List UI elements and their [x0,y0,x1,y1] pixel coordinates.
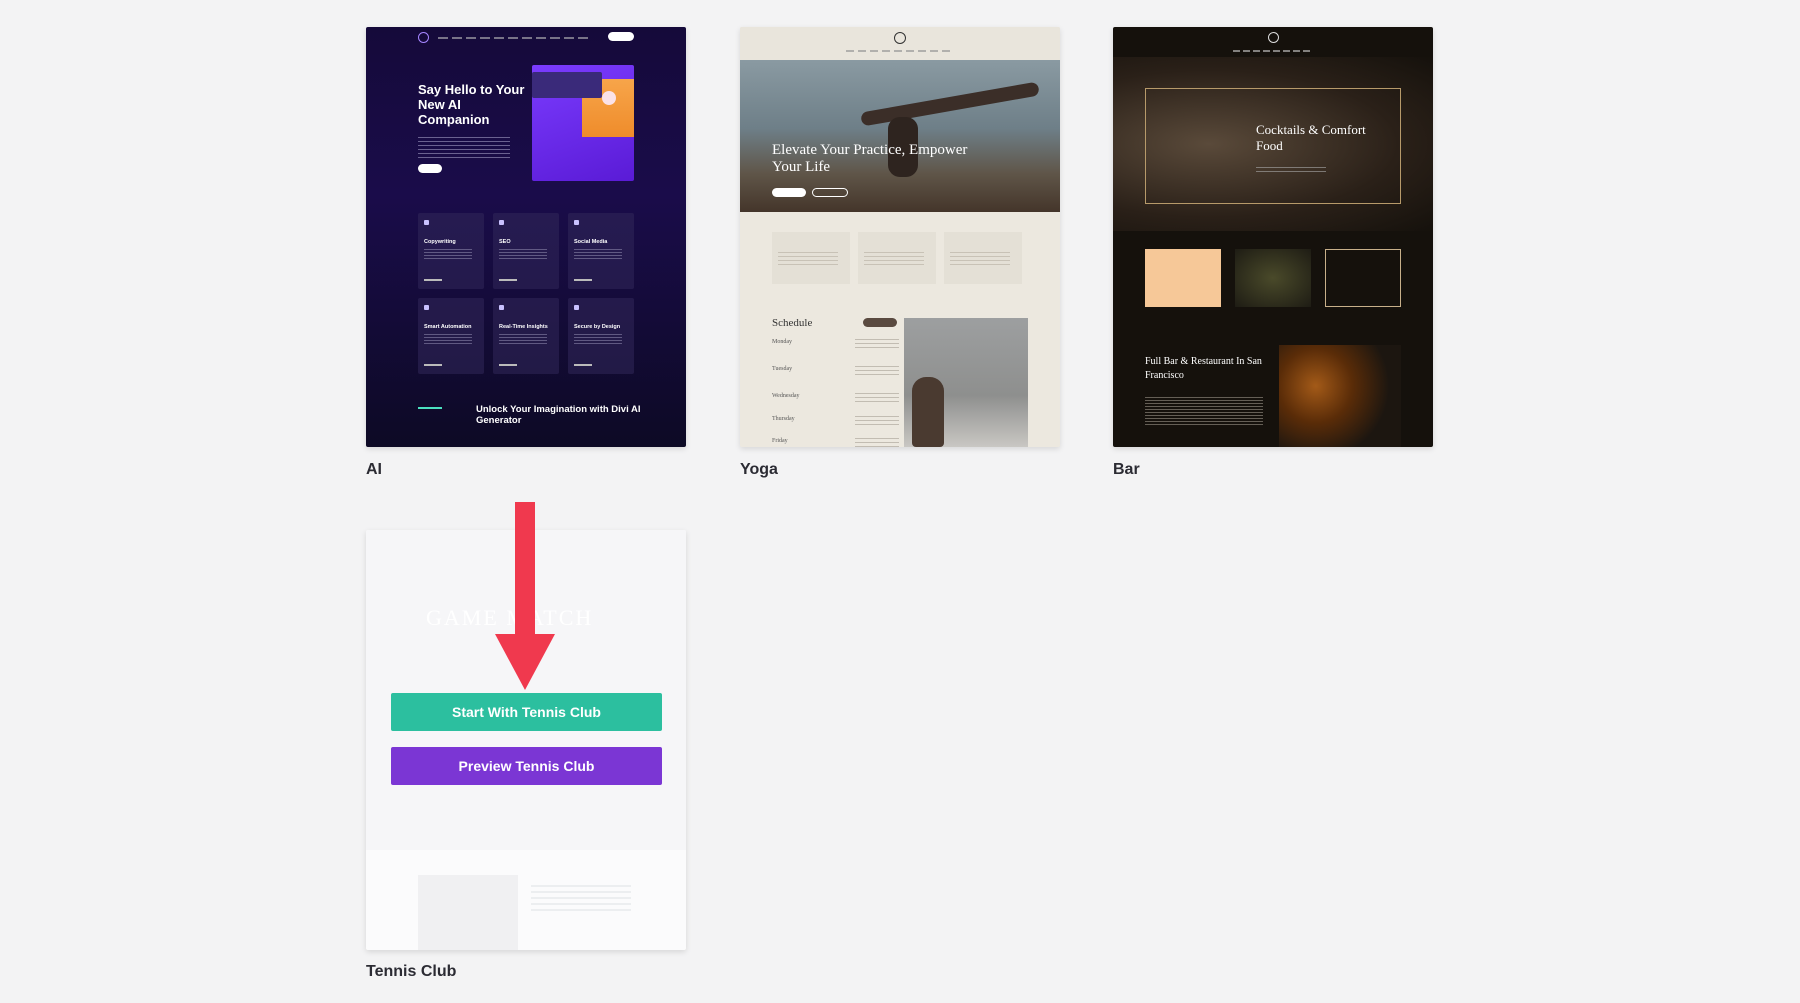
feature-link [574,279,592,281]
feature-title: Social Media [574,239,607,245]
schedule-day: Wednesday [772,393,800,399]
shield-icon [574,305,579,310]
service-card [858,232,936,284]
schedule-day: Thursday [772,416,795,422]
template-card-bar[interactable]: Cocktails & Comfort Food Full Bar & Rest… [1113,27,1433,447]
feature-card: Real-Time Insights [493,298,559,374]
nav-links [846,50,954,52]
nav-links [438,37,588,39]
preview-cta [418,164,442,173]
feature-title: SEO [499,239,511,245]
down-arrow-icon [495,502,555,690]
schedule-day: Monday [772,339,792,345]
feature-title: Copywriting [424,239,456,245]
divi-logo-icon [1268,32,1279,43]
ghost-text [531,885,631,915]
feature-title: Real-Time Insights [499,324,548,330]
offer-card [1235,249,1311,307]
template-label-bar[interactable]: Bar [1113,461,1140,479]
feature-link [424,364,442,366]
feature-title: Smart Automation [424,324,471,330]
feature-text [574,334,622,344]
hours-card [1325,249,1401,307]
hero-tooltip [532,72,602,98]
template-card-ai[interactable]: Say Hello to Your New AI Companion Copyw… [366,27,686,447]
preview-paragraph [418,137,510,159]
service-text [864,252,924,266]
chart-icon [499,305,504,310]
feature-link [574,364,592,366]
schedule-day: Friday [772,438,788,444]
preview-tennis-club-button[interactable]: Preview Tennis Club [391,747,662,785]
nav-button [608,32,634,41]
feature-card: Social Media [568,213,634,289]
divi-logo-icon [894,32,906,44]
preview-nav [366,27,686,49]
feature-text [499,249,547,259]
section-text [1145,397,1263,427]
section-tag [418,407,442,409]
template-label-yoga[interactable]: Yoga [740,461,778,479]
hero-text [1256,167,1326,175]
service-text [950,252,1010,266]
yoga-figure [912,377,944,447]
feature-card: SEO [493,213,559,289]
preview-secondary-cta [812,188,848,197]
template-label-tennis-club[interactable]: Tennis Club [366,963,456,981]
whiskey-photo [1279,345,1401,447]
schedule-times [855,366,899,376]
feature-link [499,279,517,281]
preview-headline: Say Hello to Your New AI Companion [418,82,528,127]
feature-card: Smart Automation [418,298,484,374]
section-title: Unlock Your Imagination with Divi AI Gen… [476,404,646,426]
feature-card: Secure by Design [568,298,634,374]
preview-headline: Elevate Your Practice, Empower Your Life [772,142,972,176]
feature-text [574,249,622,259]
template-card-yoga[interactable]: Elevate Your Practice, Empower Your Life… [740,27,1060,447]
nav-links [1233,50,1313,52]
ghost-image [418,875,518,950]
service-text [778,252,838,266]
template-label-ai[interactable]: AI [366,461,382,479]
feature-text [499,334,547,344]
schedule-button [863,318,897,327]
schedule-times [855,339,899,349]
pen-icon [424,220,429,225]
feature-link [499,364,517,366]
divi-logo-icon [418,32,429,43]
feature-text [424,334,472,344]
service-card [772,232,850,284]
schedule-times [855,416,899,426]
schedule-times [855,393,899,403]
feature-link [424,279,442,281]
preview-nav [740,27,1060,60]
search-icon [499,220,504,225]
cloud-icon [424,305,429,310]
thumbs-up-icon [574,220,579,225]
preview-cta [772,188,806,197]
schedule-times [855,438,899,447]
section-title: Full Bar & Restaurant In San Francisco [1145,355,1275,383]
feature-card: Copywriting [418,213,484,289]
schedule-title: Schedule [772,317,812,329]
service-card [944,232,1022,284]
schedule-day: Tuesday [772,366,792,372]
offer-card [1145,249,1221,307]
feature-text [424,249,472,259]
feature-title: Secure by Design [574,324,620,330]
ice-cream-icon [602,91,616,105]
preview-headline: Cocktails & Comfort Food [1256,122,1376,154]
start-with-tennis-club-button[interactable]: Start With Tennis Club [391,693,662,731]
